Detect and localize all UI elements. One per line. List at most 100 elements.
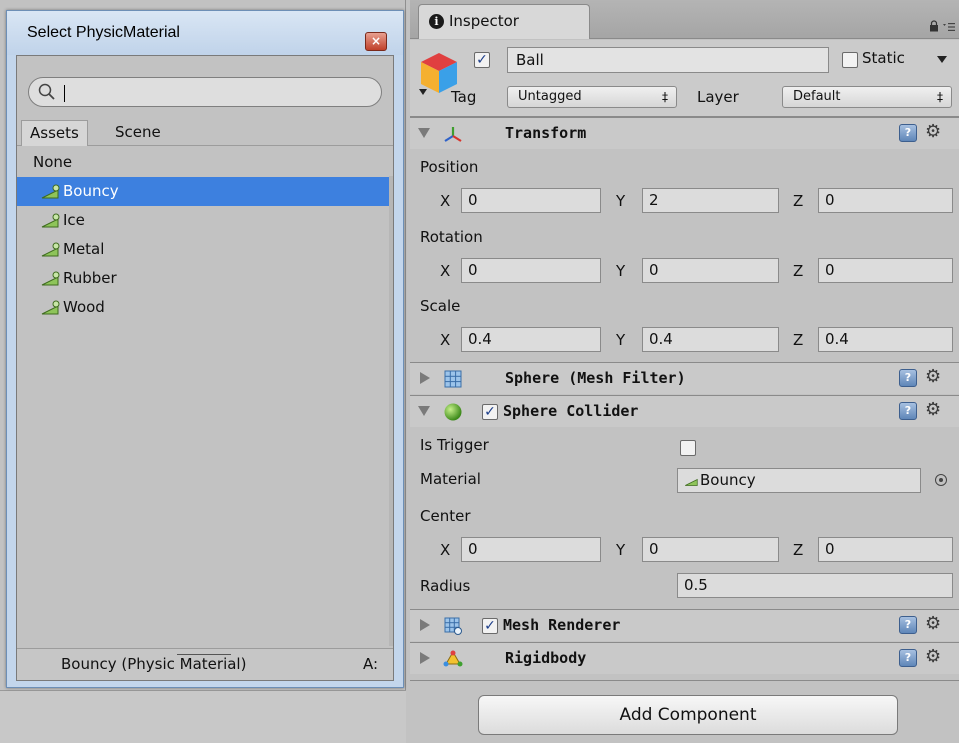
axis-y-label: Y: [616, 262, 626, 280]
transform-axes-icon: [444, 127, 462, 142]
list-item-metal[interactable]: Metal: [17, 235, 393, 264]
static-checkbox[interactable]: [842, 52, 858, 68]
help-icon[interactable]: ?: [899, 124, 917, 142]
list-item-none[interactable]: None: [17, 148, 393, 177]
axis-x-label: X: [440, 331, 451, 349]
axis-x-label: X: [440, 262, 451, 280]
rotation-z-field[interactable]: 0: [818, 258, 953, 283]
add-component-button[interactable]: Add Component: [478, 695, 898, 735]
select-body: Assets Scene None Bouncy Ice Metal Rubbe…: [16, 55, 394, 681]
list-item-label: Wood: [63, 298, 105, 316]
foldout-closed-icon[interactable]: [420, 372, 430, 384]
rigidbody-header[interactable]: Rigidbody ? ⚙: [410, 642, 959, 674]
help-icon[interactable]: ?: [899, 369, 917, 387]
mesh-renderer-header[interactable]: ✓ Mesh Renderer ? ⚙: [410, 609, 959, 641]
physic-material-icon: [685, 478, 698, 486]
list-item-label: Ice: [63, 211, 85, 229]
window-title: Select PhysicMaterial: [27, 24, 180, 41]
position-z-field[interactable]: 0: [818, 188, 953, 213]
material-label: Material: [420, 470, 481, 488]
inspector-divider: [410, 680, 959, 681]
list-item-label: Rubber: [63, 269, 117, 287]
sphere-collider-header[interactable]: ✓ Sphere Collider ? ⚙: [410, 395, 959, 427]
is-trigger-label: Is Trigger: [420, 436, 489, 454]
asset-list: None Bouncy Ice Metal Rubber Wood: [17, 148, 393, 322]
text-caret: [64, 85, 65, 102]
position-label: Position: [420, 158, 479, 176]
scale-z-field[interactable]: 0.4: [818, 327, 953, 352]
sphere-collider-title: Sphere Collider: [503, 402, 639, 420]
help-icon[interactable]: ?: [899, 649, 917, 667]
layer-label: Layer: [697, 88, 739, 106]
mesh-renderer-enabled-checkbox[interactable]: ✓: [482, 618, 498, 634]
list-item-ice[interactable]: Ice: [17, 206, 393, 235]
search-field[interactable]: [28, 77, 382, 107]
tab-assets[interactable]: Assets: [21, 120, 88, 146]
list-scrollbar[interactable]: [389, 176, 393, 646]
mesh-renderer-title: Mesh Renderer: [503, 616, 621, 634]
preview-label: Bouncy (Physic Material): [61, 655, 247, 673]
static-dropdown-arrow-icon[interactable]: [937, 56, 947, 63]
gear-icon[interactable]: ⚙: [925, 614, 951, 636]
gear-icon[interactable]: ⚙: [925, 400, 951, 422]
preview-extra-label: A:: [363, 655, 379, 673]
layer-dropdown[interactable]: Default ‡: [782, 86, 952, 108]
list-item-label: Metal: [63, 240, 105, 258]
search-icon: [38, 83, 55, 100]
lock-icon[interactable]: [929, 20, 939, 32]
help-icon[interactable]: ?: [899, 402, 917, 420]
mesh-filter-title: Sphere (Mesh Filter): [505, 369, 686, 387]
axis-y-label: Y: [616, 192, 626, 210]
center-x-field[interactable]: 0: [461, 537, 601, 562]
foldout-open-icon[interactable]: [418, 128, 430, 138]
is-trigger-checkbox[interactable]: [680, 440, 696, 456]
close-button[interactable]: ×: [365, 32, 387, 51]
material-value: Bouncy: [700, 471, 756, 489]
position-x-field[interactable]: 0: [461, 188, 601, 213]
tag-value: Untagged: [518, 89, 582, 104]
rotation-label: Rotation: [420, 228, 483, 246]
left-bottom-bar: [0, 690, 406, 743]
foldout-closed-icon[interactable]: [420, 619, 430, 631]
center-y-field[interactable]: 0: [642, 537, 779, 562]
rotation-x-field[interactable]: 0: [461, 258, 601, 283]
search-input[interactable]: [61, 81, 371, 103]
help-icon[interactable]: ?: [899, 616, 917, 634]
gear-icon[interactable]: ⚙: [925, 647, 951, 669]
gear-icon[interactable]: ⚙: [925, 122, 951, 144]
material-field[interactable]: Bouncy: [677, 468, 921, 493]
axis-y-label: Y: [616, 541, 626, 559]
center-label: Center: [420, 507, 471, 525]
list-item-rubber[interactable]: Rubber: [17, 264, 393, 293]
mesh-filter-header[interactable]: Sphere (Mesh Filter) ? ⚙: [410, 362, 959, 394]
list-item-bouncy[interactable]: Bouncy: [17, 177, 393, 206]
transform-title: Transform: [505, 124, 587, 142]
panel-menu-icon[interactable]: [943, 22, 955, 32]
rotation-y-field[interactable]: 0: [642, 258, 779, 283]
scale-y-field[interactable]: 0.4: [642, 327, 779, 352]
list-item-wood[interactable]: Wood: [17, 293, 393, 322]
radius-field[interactable]: 0.5: [677, 573, 953, 598]
center-z-field[interactable]: 0: [818, 537, 953, 562]
tag-dropdown[interactable]: Untagged ‡: [507, 86, 677, 108]
foldout-closed-icon[interactable]: [420, 652, 430, 664]
tab-inspector[interactable]: i Inspector: [418, 4, 590, 39]
sphere-collider-enabled-checkbox[interactable]: ✓: [482, 404, 498, 420]
object-picker-icon[interactable]: [935, 474, 947, 486]
axis-x-label: X: [440, 192, 451, 210]
transform-header[interactable]: Transform ? ⚙: [410, 117, 959, 149]
select-physic-material-window: Select PhysicMaterial × Assets Scene Non…: [6, 10, 404, 688]
window-titlebar[interactable]: Select PhysicMaterial ×: [7, 11, 403, 55]
tab-scene[interactable]: Scene: [107, 120, 169, 146]
sphere-collider-icon: [444, 403, 462, 421]
gameobject-name-field[interactable]: Ball: [507, 47, 829, 73]
layer-value: Default: [793, 89, 841, 104]
radius-label: Radius: [420, 577, 471, 595]
gameobject-active-checkbox[interactable]: ✓: [474, 52, 490, 68]
foldout-open-icon[interactable]: [418, 406, 430, 416]
gear-icon[interactable]: ⚙: [925, 367, 951, 389]
physic-material-icon: [41, 300, 60, 314]
axis-x-label: X: [440, 541, 451, 559]
scale-x-field[interactable]: 0.4: [461, 327, 601, 352]
position-y-field[interactable]: 2: [642, 188, 779, 213]
